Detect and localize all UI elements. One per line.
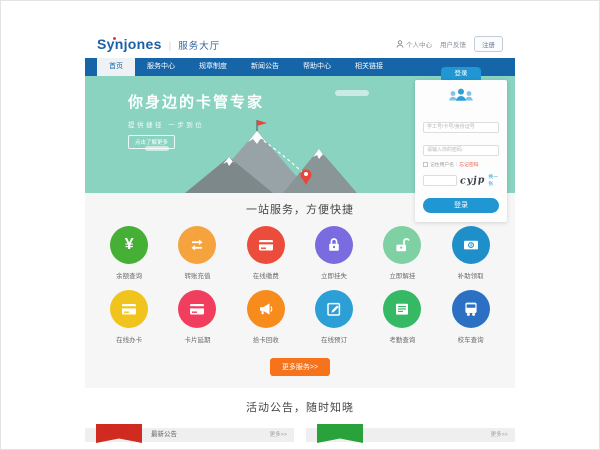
service-item-report-loss[interactable]: 立即挂失 xyxy=(300,226,368,280)
yuan-icon[interactable]: ¥ xyxy=(110,226,148,264)
service-item-transfer[interactable]: 转账充值 xyxy=(163,226,231,280)
megaphone-icon[interactable] xyxy=(247,290,285,328)
service-label: 余额查询 xyxy=(116,270,142,280)
personal-center-link[interactable]: 个人中心 xyxy=(396,39,432,49)
edit-icon[interactable] xyxy=(315,290,353,328)
services-grid: ¥ 余额查询 转账充值 在线缴费 立即挂失 xyxy=(85,226,515,354)
page-frame: Synjones | 服务大厅 个人中心 用户反馈 注册 首页 服务中心 规章制… xyxy=(0,0,600,450)
person-icon xyxy=(396,40,404,48)
card-icon[interactable] xyxy=(178,290,216,328)
service-item-school-bus[interactable]: 校车查询 xyxy=(436,290,504,344)
personal-center-label: 个人中心 xyxy=(406,39,432,49)
logo[interactable]: Synjones | 服务大厅 xyxy=(97,36,220,52)
captcha-refresh-link[interactable]: 换一张 xyxy=(488,173,499,187)
transfer-icon[interactable] xyxy=(178,226,216,264)
captcha-row: cyjp 换一张 xyxy=(423,173,499,187)
user-feedback-link[interactable]: 用户反馈 xyxy=(440,39,466,49)
service-item-card-extension[interactable]: 卡片延期 xyxy=(163,290,231,344)
panel-guide-bar: 使用指南 更多>> xyxy=(306,428,515,442)
site-container: Synjones | 服务大厅 个人中心 用户反馈 注册 首页 服务中心 规章制… xyxy=(85,30,515,442)
more-services-button[interactable]: 更多服务>> xyxy=(270,358,330,376)
logo-accent: y xyxy=(107,36,115,52)
hero-cta-button[interactable]: 点击了解更多 xyxy=(128,135,175,149)
service-label: 卡片延期 xyxy=(184,334,210,344)
nav-item-help[interactable]: 帮助中心 xyxy=(291,58,343,76)
service-label: 立即挂失 xyxy=(321,270,347,280)
lock-icon[interactable] xyxy=(315,226,353,264)
tab-latest-news[interactable]: 最新公告 xyxy=(151,428,177,442)
cloud-decoration xyxy=(335,90,369,96)
announcements-title: 活动公告，随时知晓 xyxy=(85,399,515,415)
site-title: 服务大厅 xyxy=(178,38,220,52)
service-item-pay[interactable]: 在线缴费 xyxy=(232,226,300,280)
more-link-right[interactable]: 更多>> xyxy=(491,428,508,442)
service-label: 在线办卡 xyxy=(116,334,142,344)
service-label: 考勤查询 xyxy=(389,334,415,344)
ribbon-usage-notice[interactable]: 使用须知 xyxy=(96,424,142,443)
hero-copy: 你身边的卡管专家 提供捷径 一步到位 点击了解更多 xyxy=(128,91,264,149)
password-input[interactable] xyxy=(423,145,499,156)
username-input[interactable] xyxy=(423,122,499,133)
service-item-unfreeze[interactable]: 立即解挂 xyxy=(368,226,436,280)
nav-item-service-center[interactable]: 服务中心 xyxy=(135,58,187,76)
announcement-panels: 使用须知 最新公告 更多>> 使用指南 更多>> xyxy=(85,428,515,442)
nav-item-news[interactable]: 新闻公告 xyxy=(239,58,291,76)
service-item-booking[interactable]: 在线预订 xyxy=(300,290,368,344)
panel-guide: 使用指南 更多>> xyxy=(306,428,515,442)
login-panel: 登录 记住用户名 | 忘记密码 cyjp 换一张 xyxy=(415,67,507,222)
captcha-image[interactable]: cyjp xyxy=(460,174,486,186)
logo-divider: | xyxy=(169,41,172,52)
login-tab[interactable]: 登录 xyxy=(441,67,481,80)
remember-label: 记住用户名 xyxy=(430,161,454,168)
service-label: 校车查询 xyxy=(458,334,484,344)
announcements-section: 活动公告，随时知晓 使用须知 最新公告 更多>> 使用指南 更多>> xyxy=(85,388,515,442)
nav-item-links[interactable]: 相关链接 xyxy=(343,58,395,76)
login-options: 记住用户名 | 忘记密码 xyxy=(423,161,499,168)
login-form: 记住用户名 | 忘记密码 cyjp 换一张 登录 xyxy=(415,80,507,222)
header-links: 个人中心 用户反馈 注册 xyxy=(396,36,503,52)
logo-text: Synjones xyxy=(97,36,162,52)
more-services-wrap: 更多服务>> xyxy=(85,356,515,376)
login-submit-button[interactable]: 登录 xyxy=(423,198,499,213)
services-section: 一站服务，方便快捷 ¥ 余额查询 转账充值 在线缴费 xyxy=(85,193,515,388)
ribbon-user-guide[interactable]: 使用指南 xyxy=(317,424,363,443)
users-icon xyxy=(423,87,499,109)
card-icon[interactable] xyxy=(247,226,285,264)
service-item-found-card[interactable]: 拾卡回收 xyxy=(232,290,300,344)
forgot-password-link[interactable]: 忘记密码 xyxy=(459,161,478,168)
service-label: 立即解挂 xyxy=(389,270,415,280)
service-item-balance[interactable]: ¥ 余额查询 xyxy=(95,226,163,280)
remember-checkbox[interactable] xyxy=(423,162,428,167)
yuan-glyph: ¥ xyxy=(125,237,134,253)
bus-icon[interactable] xyxy=(452,290,490,328)
hero-title: 你身边的卡管专家 xyxy=(128,91,264,112)
register-button[interactable]: 注册 xyxy=(474,36,503,52)
card-icon[interactable] xyxy=(110,290,148,328)
panel-notice-bar: 使用须知 最新公告 更多>> xyxy=(85,428,294,442)
hero-subtitle: 提供捷径 一步到位 xyxy=(128,119,264,129)
header: Synjones | 服务大厅 个人中心 用户反馈 注册 xyxy=(85,30,515,58)
options-separator: | xyxy=(456,162,457,167)
service-item-subsidy[interactable]: 补助领取 xyxy=(436,226,504,280)
nav-item-home[interactable]: 首页 xyxy=(97,58,135,76)
panel-notice: 使用须知 最新公告 更多>> xyxy=(85,428,294,442)
nav-item-rules[interactable]: 规章制度 xyxy=(187,58,239,76)
service-label: 在线预订 xyxy=(321,334,347,344)
service-label: 在线缴费 xyxy=(253,270,279,280)
more-link-left[interactable]: 更多>> xyxy=(270,428,287,442)
service-item-apply-card[interactable]: 在线办卡 xyxy=(95,290,163,344)
service-label: 拾卡回收 xyxy=(253,334,279,344)
service-label: 转账充值 xyxy=(184,270,210,280)
unlock-icon[interactable] xyxy=(383,226,421,264)
banknote-icon[interactable] xyxy=(452,226,490,264)
list-icon[interactable] xyxy=(383,290,421,328)
service-item-attendance[interactable]: 考勤查询 xyxy=(368,290,436,344)
captcha-input[interactable] xyxy=(423,175,457,186)
service-label: 补助领取 xyxy=(458,270,484,280)
